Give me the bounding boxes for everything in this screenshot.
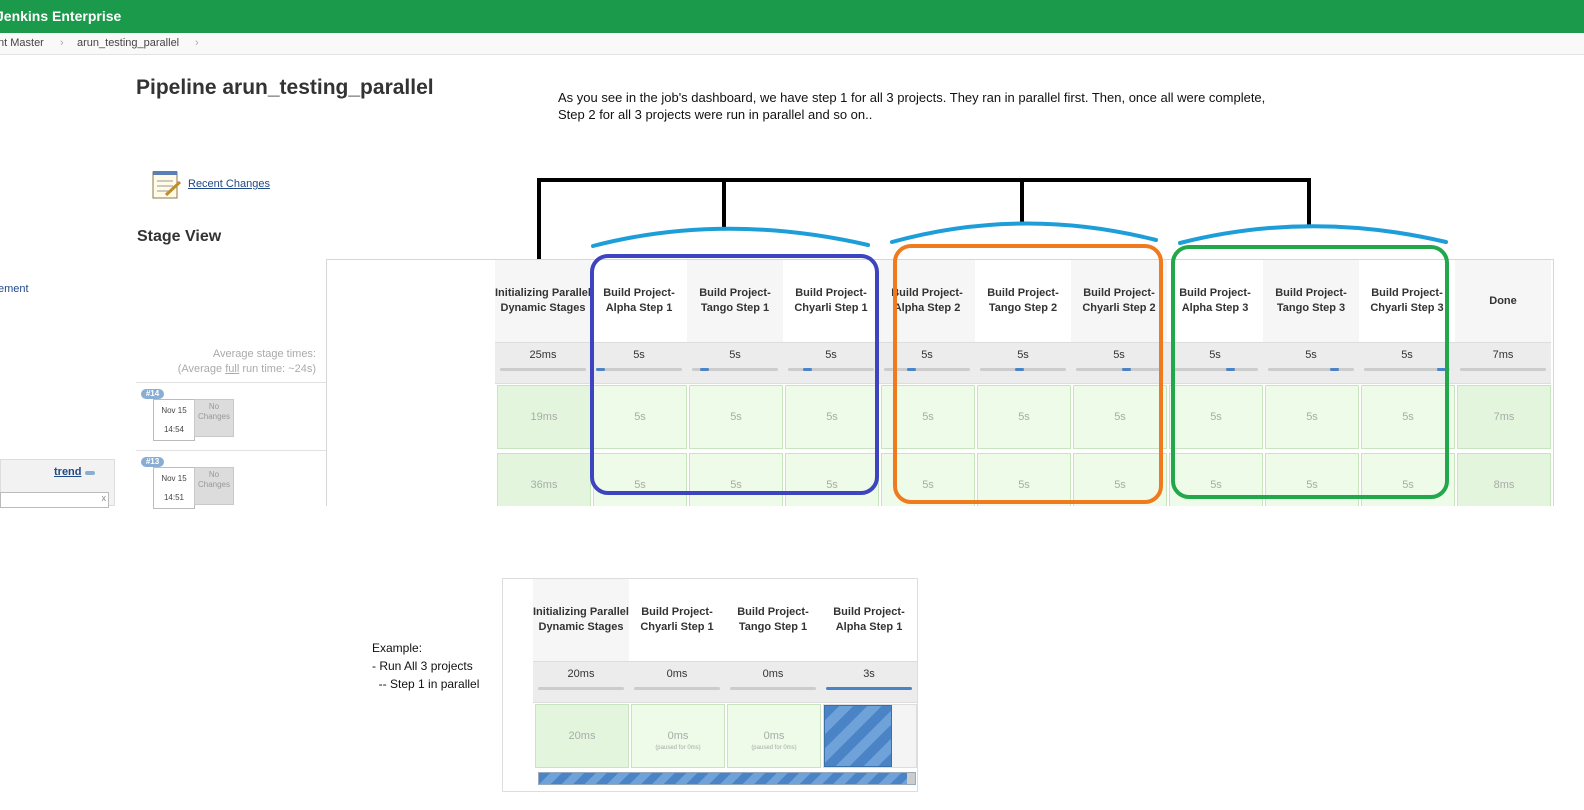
example-run-cell[interactable]: 0ms (paused for 0ms) — [631, 704, 725, 768]
example-stage-avg: 0ms — [725, 661, 821, 703]
example-stage-column: Build Project-Alpha Step 1 3s — [821, 579, 917, 791]
example-stage-view: Initializing Parallel Dynamic Stages 20ms… — [502, 578, 918, 792]
example-stage-header[interactable]: Build Project-Tango Step 1 — [725, 579, 821, 661]
example-running-cell[interactable] — [823, 704, 917, 768]
example-stage-header[interactable]: Build Project-Chyarli Step 1 — [629, 579, 725, 661]
example-stage-column: Build Project-Chyarli Step 1 0ms 0ms (pause… — [629, 579, 725, 791]
paused-note: (paused for 0ms) — [751, 745, 797, 751]
example-stage-avg-value: 0ms — [762, 668, 784, 680]
example-stage-avg-bar — [634, 687, 720, 690]
example-run-cell[interactable]: 20ms — [535, 704, 629, 768]
example-stage-avg: 0ms — [629, 661, 725, 703]
example-stage-header[interactable]: Build Project-Alpha Step 1 — [821, 579, 917, 661]
example-line: -- Step 1 in parallel — [372, 677, 480, 691]
running-stripe — [824, 705, 892, 767]
example-stage-header[interactable]: Initializing Parallel Dynamic Stages — [533, 579, 629, 661]
example-stage-avg-bar — [730, 687, 816, 690]
example-line: Example: — [372, 641, 423, 655]
example-stage-avg-value: 3s — [863, 668, 875, 680]
example-stage-column: Build Project-Tango Step 1 0ms 0ms (paused … — [725, 579, 821, 791]
example-stage-avg-value: 20ms — [567, 668, 595, 680]
example-stage-avg-value: 0ms — [666, 668, 688, 680]
example-label: Example: - Run All 3 projects -- Step 1 … — [372, 639, 479, 693]
example-stage-avg-bar — [538, 687, 624, 690]
example-stage-column: Initializing Parallel Dynamic Stages 20ms… — [533, 579, 629, 791]
group-braces — [591, 221, 1448, 248]
example-stage-avg-bar — [826, 687, 912, 690]
paused-note: (paused for 0ms) — [655, 745, 701, 751]
group-box-step-1 — [590, 254, 879, 495]
group-box-step-3 — [1171, 245, 1449, 499]
example-line: - Run All 3 projects — [372, 659, 473, 673]
example-stage-avg: 3s — [821, 661, 917, 703]
example-stage-avg: 20ms — [533, 661, 629, 703]
brace-step-2 — [890, 221, 1158, 244]
example-run-cell[interactable]: 0ms (paused for 0ms) — [727, 704, 821, 768]
brace-step-1 — [591, 226, 870, 248]
group-box-step-2 — [893, 244, 1163, 504]
brace-step-3 — [1178, 224, 1448, 245]
